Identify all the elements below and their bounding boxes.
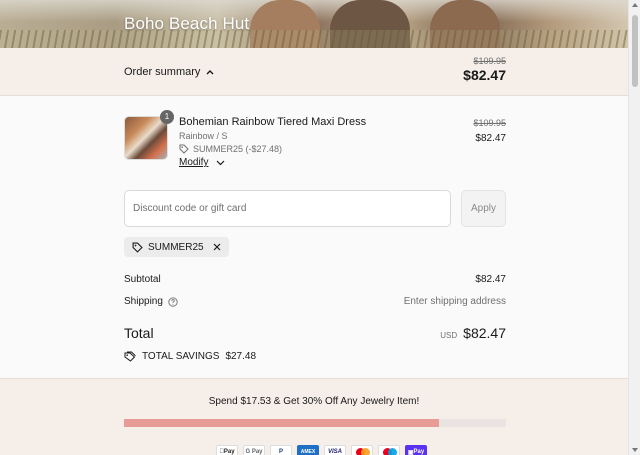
tag-icon xyxy=(132,242,143,253)
maestro-icon xyxy=(378,445,400,455)
order-summary-panel: 1 Bohemian Rainbow Tiered Maxi Dress Rai… xyxy=(0,96,628,378)
promo-banner: Spend $17.53 & Get 30% Off Any Jewelry I… xyxy=(0,378,628,455)
total-savings: TOTAL SAVINGS $27.48 xyxy=(124,351,256,362)
tag-icon xyxy=(179,144,189,154)
discount-code-input[interactable] xyxy=(124,190,451,227)
item-price: $82.47 xyxy=(475,133,506,144)
paypal-icon: P xyxy=(270,445,292,455)
shipping-label: Shipping xyxy=(124,296,163,307)
promo-text: Spend $17.53 & Get 30% Off Any Jewelry I… xyxy=(208,396,420,407)
item-prices: $109.95 $82.47 xyxy=(473,118,506,144)
help-icon[interactable] xyxy=(168,296,178,307)
tag-icon xyxy=(124,351,136,362)
subtotal-label: Subtotal xyxy=(124,274,161,285)
page-scrollbar[interactable] xyxy=(628,0,640,455)
promo-progress-bar xyxy=(124,419,506,427)
banner-grass xyxy=(0,30,640,48)
shipping-row: Shipping Enter shipping address xyxy=(124,296,506,307)
quantity-badge: 1 xyxy=(160,110,174,124)
product-title: Bohemian Rainbow Tiered Maxi Dress xyxy=(179,116,367,128)
summary-total-price: $82.47 xyxy=(463,67,506,83)
total-amount: USD $82.47 xyxy=(440,325,506,341)
store-logo[interactable]: Boho Beach Hut xyxy=(124,14,249,34)
item-discount: SUMMER25 (-$27.48) xyxy=(179,144,282,154)
currency-code: USD xyxy=(440,331,458,340)
savings-value: $27.48 xyxy=(225,351,257,362)
summary-original-price: $109.95 xyxy=(473,56,506,66)
scroll-up-arrow-icon[interactable] xyxy=(632,3,638,7)
modify-link[interactable]: Modify xyxy=(179,157,225,168)
close-icon xyxy=(213,243,221,251)
item-original-price: $109.95 xyxy=(473,118,506,128)
applied-discount-chip: SUMMER25 xyxy=(124,237,229,257)
order-summary-label: Order summary xyxy=(124,66,201,78)
scrollbar-thumb[interactable] xyxy=(632,15,638,87)
apple-pay-icon: Pay xyxy=(216,445,238,455)
summary-prices: $109.95 $82.47 xyxy=(463,56,506,83)
subtotal-row: Subtotal $82.47 xyxy=(124,274,506,285)
product-thumbnail xyxy=(124,116,168,160)
shipping-label-group: Shipping xyxy=(124,296,178,307)
mastercard-icon xyxy=(351,445,373,455)
chevron-down-icon xyxy=(217,160,225,165)
total-value: $82.47 xyxy=(463,325,506,341)
store-header-banner: Boho Beach Hut xyxy=(0,0,640,48)
order-summary-bar: Order summary $109.95 $82.47 xyxy=(0,48,628,96)
shop-pay-icon: ▣ Pay xyxy=(405,445,427,455)
payment-methods: Pay G Pay P AMEX VISA ▣Pay xyxy=(216,445,427,455)
discount-form: Apply xyxy=(124,190,506,227)
modify-label: Modify xyxy=(179,157,209,168)
promo-progress-fill xyxy=(124,419,440,427)
visa-icon: VISA xyxy=(324,445,346,455)
savings-label: TOTAL SAVINGS xyxy=(142,351,220,362)
amex-icon: AMEX xyxy=(297,445,319,455)
banner-sky xyxy=(0,0,640,22)
product-variant: Rainbow / S xyxy=(179,131,228,141)
subtotal-value: $82.47 xyxy=(475,274,506,285)
apply-button[interactable]: Apply xyxy=(461,190,506,227)
remove-discount-button[interactable] xyxy=(213,243,221,251)
order-summary-toggle[interactable]: Order summary xyxy=(124,66,214,78)
shipping-value: Enter shipping address xyxy=(403,296,506,307)
applied-discount-code: SUMMER25 xyxy=(148,241,204,253)
chevron-up-icon xyxy=(206,70,214,75)
total-label: Total xyxy=(124,325,154,341)
google-pay-icon: G Pay xyxy=(243,445,265,455)
total-row: Total USD $82.47 xyxy=(124,325,506,341)
scroll-down-arrow-icon[interactable] xyxy=(632,448,638,452)
item-discount-label: SUMMER25 (-$27.48) xyxy=(193,144,283,154)
line-item: 1 Bohemian Rainbow Tiered Maxi Dress Rai… xyxy=(124,110,506,168)
